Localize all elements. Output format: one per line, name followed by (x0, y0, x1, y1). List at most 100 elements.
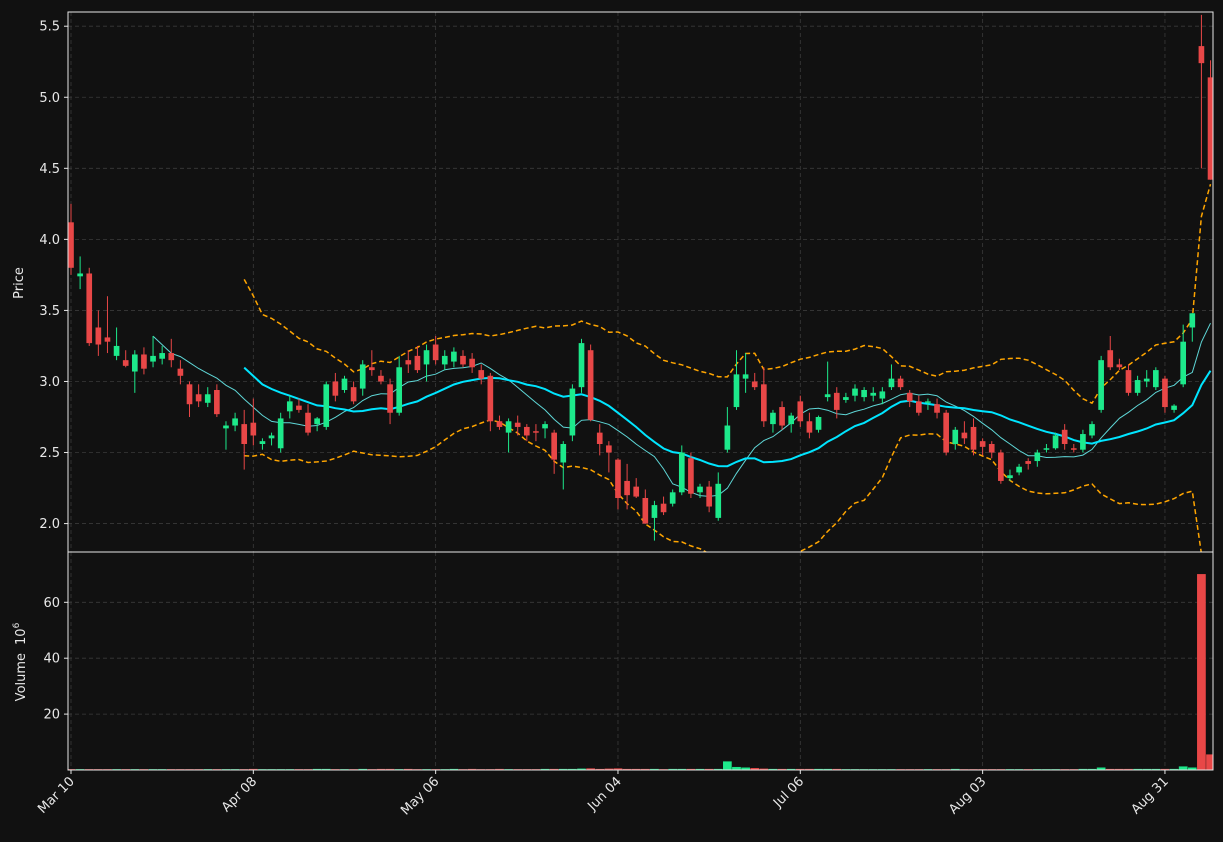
candle-body (232, 418, 238, 426)
candle-body (678, 452, 685, 493)
candle-body (277, 418, 284, 449)
candle-body (1034, 452, 1041, 462)
candle-body (633, 486, 640, 497)
candle-body (915, 401, 922, 413)
candle-body (77, 273, 83, 277)
candle-body (505, 421, 512, 433)
candle-body (432, 344, 439, 361)
price-tick-label: 3.5 (39, 304, 60, 319)
candle-body (223, 425, 229, 429)
candle-body (715, 483, 722, 518)
candle-body (742, 374, 749, 379)
candle-body (423, 350, 430, 365)
volume-axis-exponent: 6 (12, 622, 22, 628)
candle-body (1189, 313, 1196, 328)
volume-axis-label-text: Volume (14, 653, 29, 701)
candle-body (1180, 341, 1187, 385)
candlestick-chart: 2.02.53.03.54.04.55.05.5 204060 Mar 10 Ap… (0, 0, 1223, 842)
candle-body (469, 358, 475, 368)
candle-body (797, 401, 804, 422)
candle-body (606, 445, 612, 453)
candle-body (496, 421, 503, 427)
candle-body (569, 388, 576, 436)
candle-body (1016, 466, 1022, 473)
candle-body (770, 412, 776, 425)
candle-body (815, 417, 822, 430)
candle-body (596, 432, 603, 444)
candle-body (642, 498, 649, 524)
candle-body (186, 384, 193, 405)
candle-body (824, 394, 831, 398)
volume-tick-label: 40 (43, 652, 60, 667)
candle-body (359, 364, 366, 389)
candle-body (551, 432, 557, 460)
candle-body (168, 353, 175, 361)
candle-body (387, 384, 393, 413)
candle-body (1098, 360, 1104, 410)
candle-body (214, 390, 220, 415)
candle-body (660, 503, 667, 513)
candle-body (906, 392, 913, 402)
candle-body (487, 375, 494, 422)
price-tick-label: 2.5 (39, 446, 60, 461)
candle-body (852, 388, 858, 396)
candle-body (268, 435, 275, 439)
candle-body (150, 355, 156, 362)
candle-body (478, 370, 485, 379)
candle-body (724, 425, 731, 450)
candle-body (870, 392, 877, 396)
candle-body (95, 327, 102, 345)
price-tick-label: 3.0 (39, 375, 60, 390)
candle-body (441, 355, 448, 365)
candle-body (587, 350, 594, 420)
candle-body (296, 405, 302, 410)
candle-body (733, 374, 740, 408)
candle-body (998, 452, 1004, 481)
candle-body (843, 397, 849, 400)
candle-body (305, 412, 311, 433)
candle-body (1162, 378, 1168, 408)
candle-body (624, 480, 630, 496)
volume-axis-label: Volume 106 (12, 622, 29, 701)
price-tick-label: 4.5 (39, 162, 60, 177)
candle-body (68, 222, 74, 268)
candle-body (879, 391, 886, 399)
candle-body (177, 368, 184, 376)
candle-body (888, 378, 895, 388)
candle-body (861, 390, 867, 398)
candle-body (833, 392, 840, 410)
candle-body (961, 432, 968, 439)
candle-body (259, 441, 266, 444)
candle-body (1089, 424, 1095, 436)
candle-body (350, 387, 357, 402)
price-tick-label: 5.5 (39, 20, 60, 35)
chart-background (0, 0, 1223, 842)
candle-body (323, 384, 330, 427)
candle-body (241, 424, 248, 444)
price-tick-label: 2.0 (39, 517, 60, 532)
candle-body (341, 378, 348, 390)
candle-body (1043, 448, 1050, 450)
candle-body (1052, 435, 1059, 449)
candle-body (788, 415, 795, 425)
candle-body (697, 486, 703, 493)
candle-body (195, 394, 202, 402)
candle-body (542, 424, 548, 429)
candle-body (1116, 364, 1123, 368)
candle-body (1143, 378, 1150, 382)
price-tick-label: 4.0 (39, 233, 60, 248)
candle-body (122, 360, 129, 366)
candle-body (943, 412, 949, 453)
candle-body (1171, 405, 1177, 410)
volume-tick-label: 20 (43, 708, 60, 723)
candle-body (460, 355, 466, 365)
candle-body (1107, 350, 1114, 368)
volume-bar (723, 761, 732, 770)
candle-body (1025, 461, 1032, 464)
candle-body (369, 367, 375, 371)
candle-body (332, 381, 339, 396)
candle-body (286, 401, 293, 412)
candle-body (688, 458, 694, 494)
candle-body (979, 441, 986, 447)
candle-body (141, 354, 147, 369)
